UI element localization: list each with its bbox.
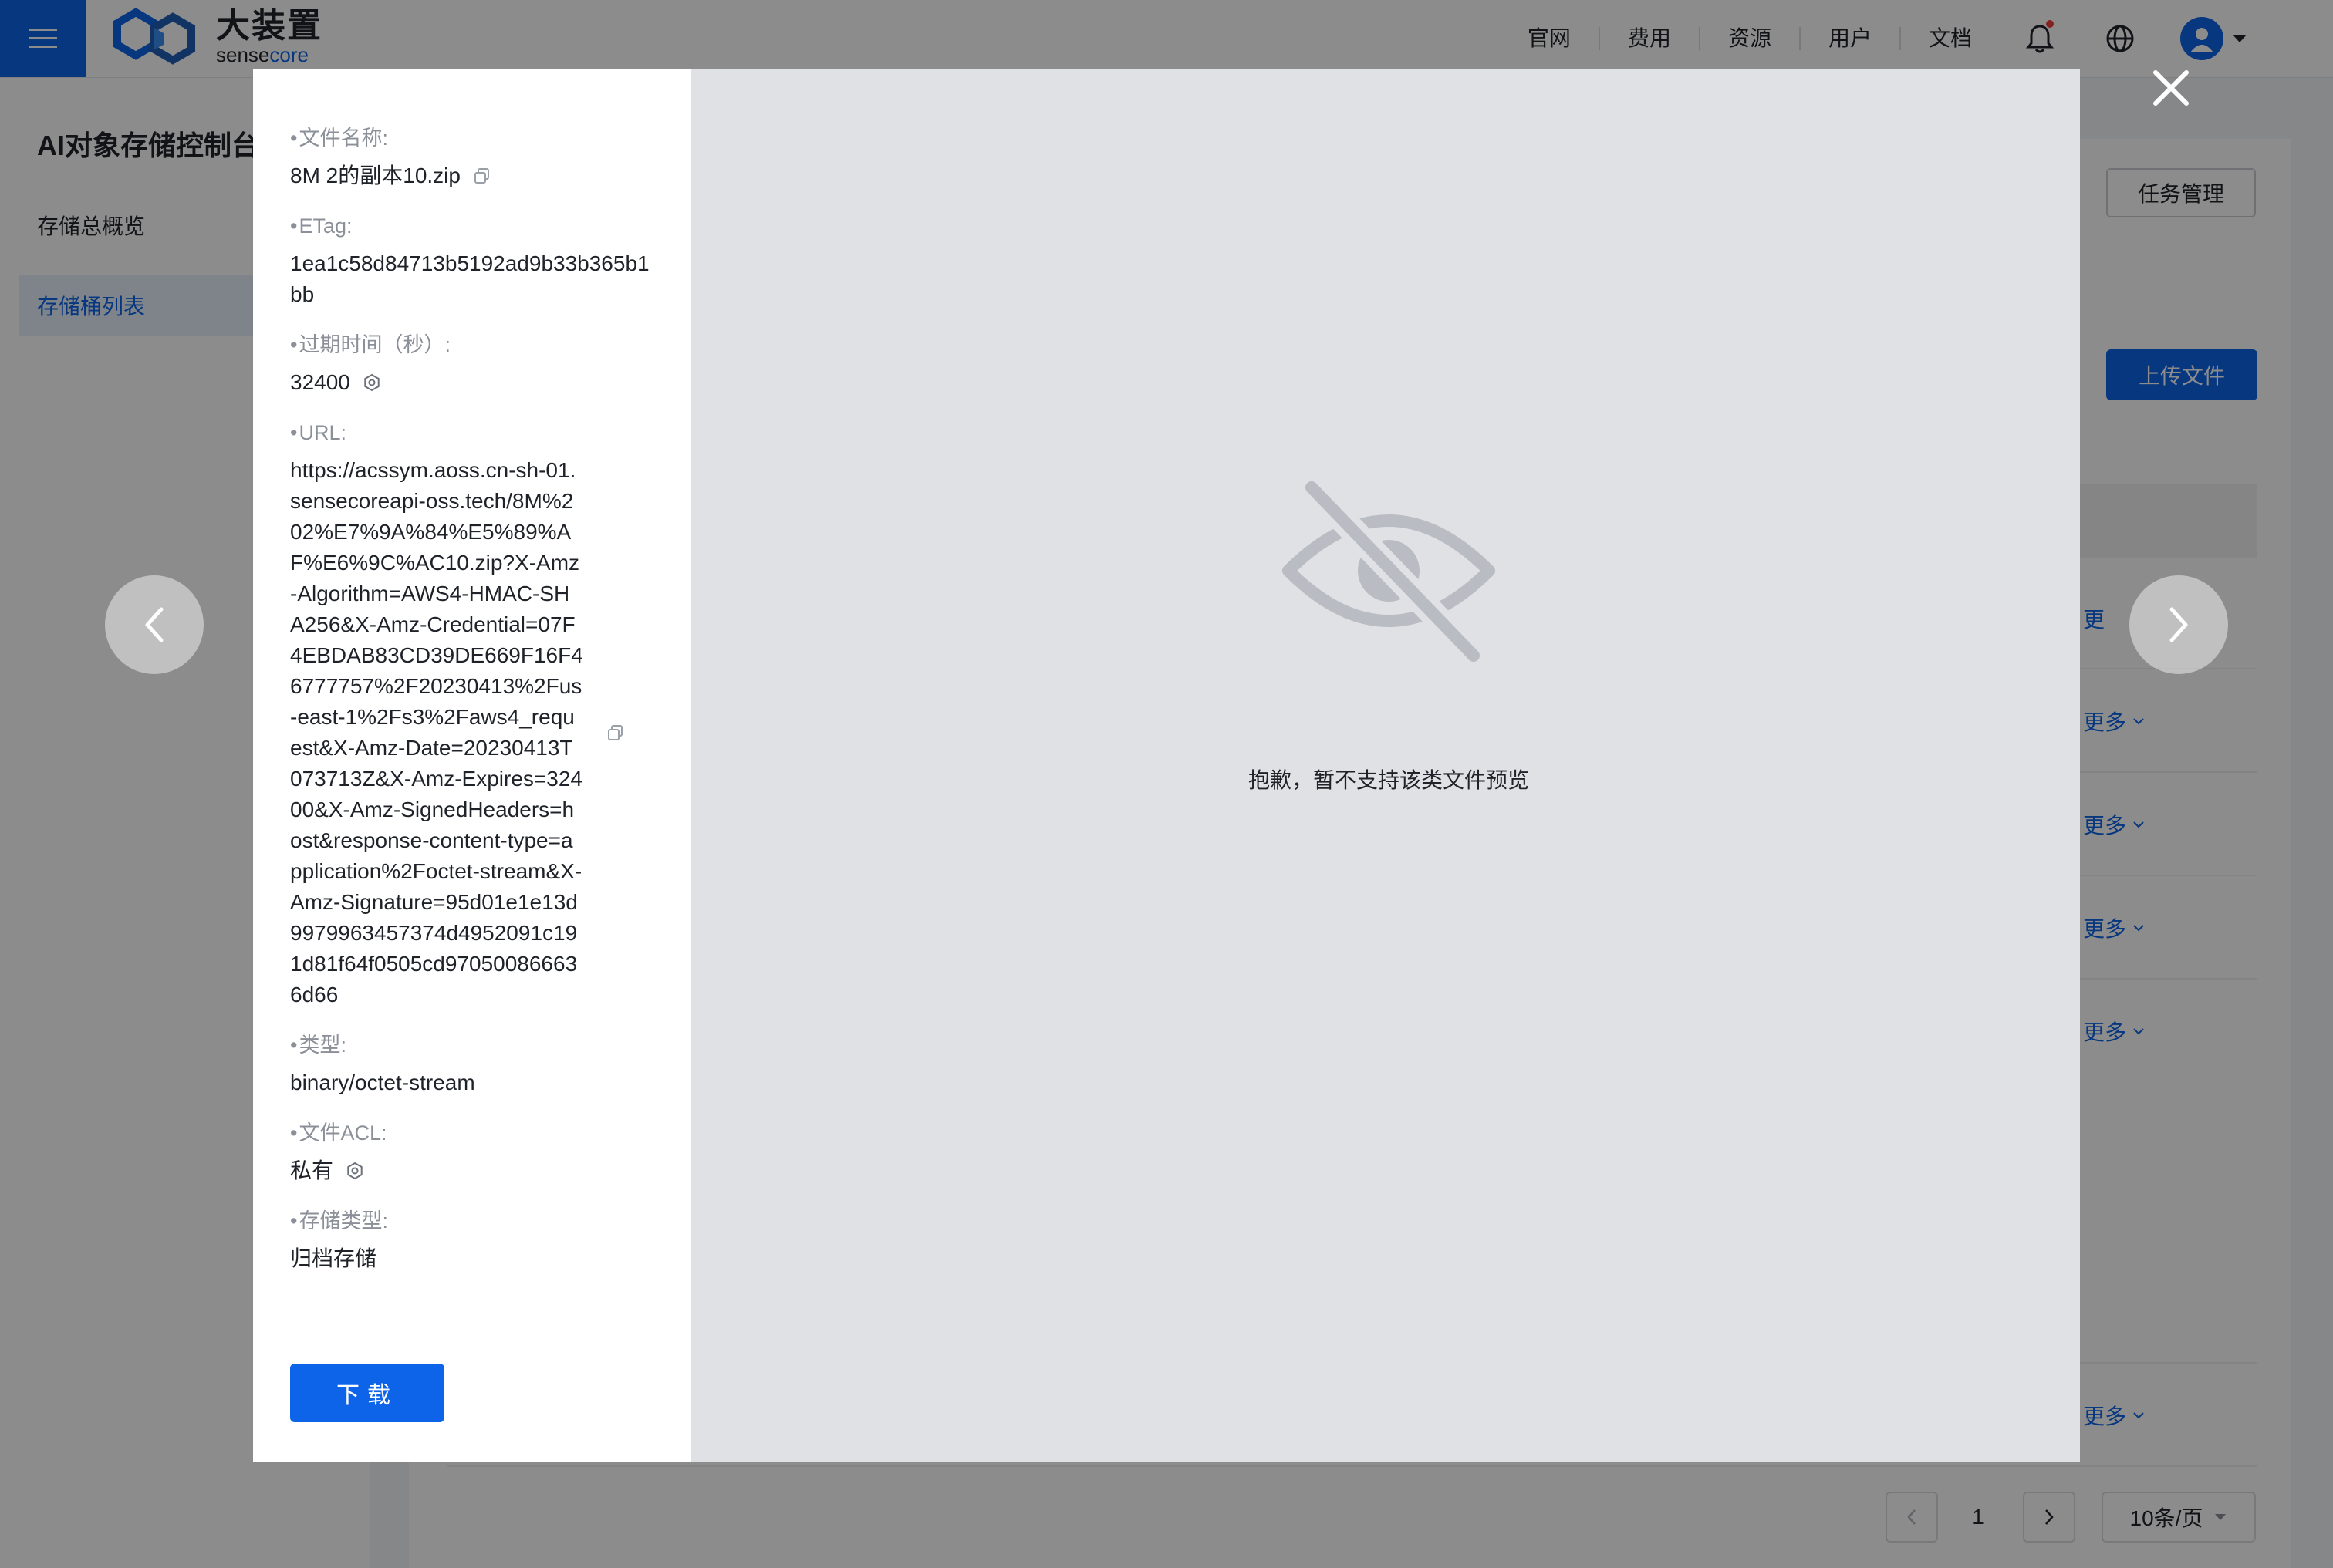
eye-off-icon xyxy=(1282,478,1495,663)
next-file-button[interactable] xyxy=(2129,575,2228,674)
etag-label: ETag: xyxy=(290,211,653,241)
unsupported-preview-message: 抱歉，暂不支持该类文件预览 xyxy=(1248,768,1529,792)
chevron-left-icon xyxy=(145,607,164,642)
close-icon[interactable] xyxy=(2149,66,2193,110)
file-info-list: 文件名称: 8M 2的副本10.zip ETag: 1ea1c58d84713b… xyxy=(290,123,653,1274)
download-button[interactable]: 下载 xyxy=(290,1364,444,1422)
expire-value: 32400 xyxy=(290,370,350,394)
etag-value: 1ea1c58d84713b5192ad9b33b365b1bb xyxy=(290,251,650,306)
previous-file-button[interactable] xyxy=(105,575,204,674)
storage-class-value: 归档存储 xyxy=(290,1246,377,1270)
file-name-label: 文件名称: xyxy=(290,123,653,153)
copy-icon[interactable] xyxy=(473,167,491,185)
acl-label: 文件ACL: xyxy=(290,1118,653,1148)
file-name-value: 8M 2的副本10.zip xyxy=(290,164,461,187)
copy-icon[interactable] xyxy=(606,723,625,742)
type-label: 类型: xyxy=(290,1030,653,1060)
expire-label: 过期时间（秒）: xyxy=(290,330,653,359)
settings-icon[interactable] xyxy=(346,1162,364,1180)
storage-class-label: 存储类型: xyxy=(290,1206,653,1236)
settings-icon[interactable] xyxy=(363,373,381,392)
url-value: https://acssym.aoss.cn-sh-01.sensecoreap… xyxy=(290,458,583,1007)
url-label: URL: xyxy=(290,418,653,447)
acl-value: 私有 xyxy=(290,1158,334,1182)
type-value: binary/octet-stream xyxy=(290,1071,475,1094)
chevron-right-icon xyxy=(2169,607,2188,642)
